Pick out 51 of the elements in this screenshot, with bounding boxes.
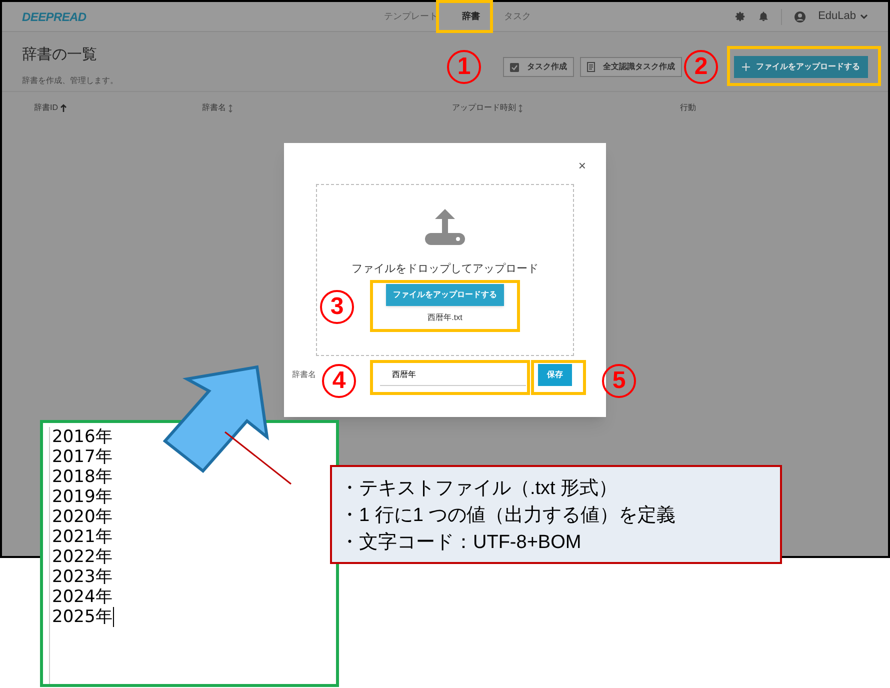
close-button[interactable]: × (578, 159, 586, 172)
bell-icon[interactable] (758, 11, 770, 22)
logo: DEEPREAD (22, 8, 86, 26)
text-line: 2020年 (52, 507, 112, 527)
text-line: 2018年 (52, 467, 112, 487)
leader-line (224, 431, 292, 485)
step-number: 1 (447, 50, 481, 84)
checkbox-icon (510, 62, 519, 72)
sort-up-icon (60, 104, 67, 112)
step-number: 3 (320, 290, 354, 324)
text-line: 2021年 (52, 527, 112, 547)
callout-text: ・テキストファイル（.txt 形式） (340, 477, 618, 501)
create-ocr-task-button[interactable]: 全文認識タスク作成 (580, 57, 682, 77)
page-title: 辞書の一覧 (22, 45, 98, 65)
user-menu[interactable]: EduLab (818, 8, 868, 25)
file-name: 西暦年.txt (428, 312, 462, 324)
page-subtitle: 辞書を作成、管理します。 (22, 74, 118, 86)
step-number: 4 (322, 364, 356, 398)
drop-instruction: ファイルをドロップしてアップロード (352, 262, 538, 277)
document-icon (587, 62, 595, 72)
nav-tab[interactable]: タスク (502, 4, 533, 32)
chevron-down-icon (860, 14, 868, 20)
text-line: 2025年 (52, 607, 114, 627)
sort-icon (518, 104, 523, 112)
create-task-button[interactable]: タスク作成 (503, 57, 574, 77)
text-line: 2017年 (52, 447, 112, 467)
text-line: 2024年 (52, 587, 112, 607)
nav-tab[interactable]: 辞書 (460, 4, 482, 32)
highlight-frame (436, 0, 493, 33)
column-header[interactable]: 辞書名 (202, 102, 452, 114)
sort-icon (228, 104, 233, 112)
step-number: 5 (602, 364, 636, 398)
upload-file-button[interactable]: ファイルをアップロードする (734, 56, 868, 78)
callout-text: ・文字コード：UTF-8+BOM (340, 531, 582, 555)
column-header[interactable]: 辞書ID (34, 102, 202, 114)
callout-text: ・1 行に1 つの値（出力する値）を定義 (340, 504, 676, 528)
plus-icon (742, 63, 750, 71)
field-label: 辞書名 (292, 369, 317, 381)
column-header: 行動 (680, 102, 697, 114)
save-button[interactable]: 保存 (538, 364, 572, 386)
text-line: 2019年 (52, 487, 112, 507)
upload-button[interactable]: ファイルをアップロードする (386, 284, 504, 306)
column-header[interactable]: アップロード時刻 (452, 102, 680, 114)
text-line: 2022年 (52, 547, 112, 567)
settings-icon[interactable] (735, 11, 746, 22)
nav-tab[interactable]: テンプレート (382, 4, 440, 32)
step-number: 2 (684, 50, 718, 84)
text-line: 2023年 (52, 567, 112, 587)
text-line: 2016年 (52, 427, 112, 447)
user-avatar-icon[interactable] (794, 10, 806, 22)
dictionary-name-field[interactable]: 西暦年 (380, 364, 526, 386)
